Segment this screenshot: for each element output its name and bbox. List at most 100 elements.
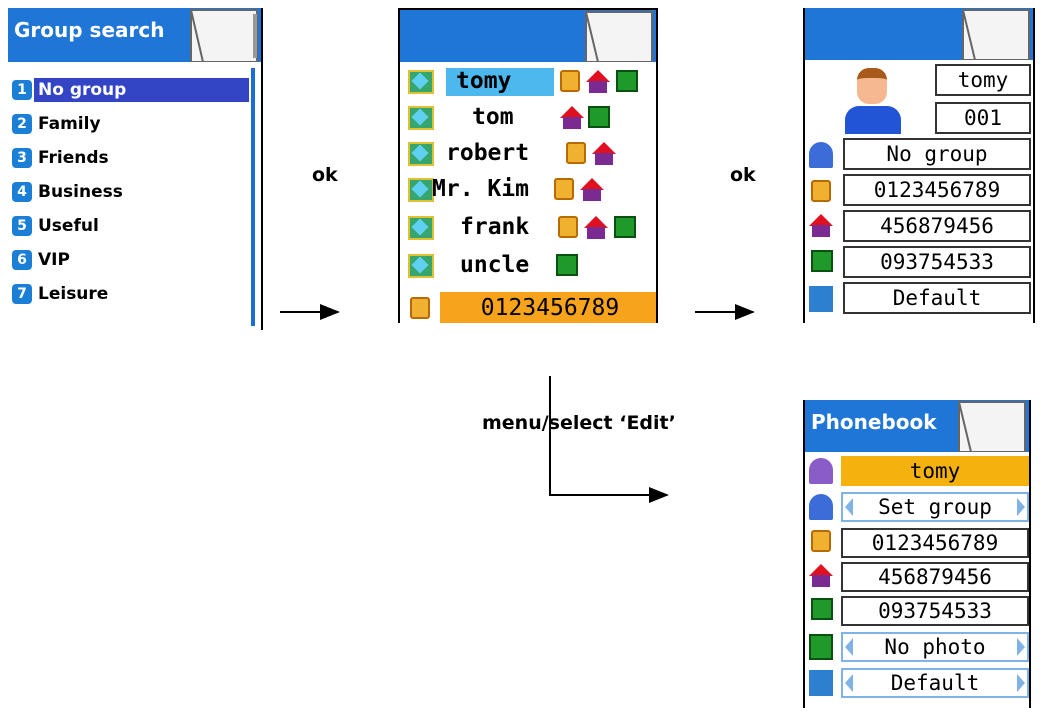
group-label: No group: [34, 78, 249, 102]
mobile-icon: [811, 180, 831, 202]
scrollbar[interactable]: [251, 68, 255, 326]
home-input[interactable]: 456879456: [841, 562, 1029, 592]
title-bar: Group search: [8, 8, 261, 62]
home-icon: [809, 214, 833, 238]
number-badge-icon: 3: [12, 148, 32, 168]
notebook-icon: [962, 9, 1030, 60]
number-badge-icon: 1: [12, 80, 32, 100]
office-icon: [616, 70, 638, 92]
photo-icon: [809, 634, 833, 660]
contact-row[interactable]: robert: [406, 138, 656, 170]
group-item-friends[interactable]: 3 Friends: [12, 142, 257, 174]
home-icon: [592, 142, 616, 166]
number-badge-icon: 2: [12, 114, 32, 134]
group-item-family[interactable]: 2 Family: [12, 108, 257, 140]
mobile-field: 0123456789: [843, 174, 1031, 206]
notebook-icon: [190, 9, 258, 62]
title-bar: Phonebook: [805, 400, 1029, 452]
group-icon: [809, 494, 833, 520]
number-badge-icon: 6: [12, 250, 32, 270]
office-icon: [588, 106, 610, 128]
home-icon: [580, 178, 604, 202]
contact-name: Mr. Kim: [432, 176, 529, 202]
avatar-head: [857, 68, 887, 104]
mobile-input[interactable]: 0123456789: [841, 528, 1029, 558]
index-field: 001: [935, 102, 1031, 134]
contact-name: frank: [460, 214, 530, 240]
contact-row[interactable]: tom: [406, 102, 656, 134]
group-label: VIP: [38, 250, 70, 270]
group-label: Useful: [38, 216, 99, 236]
arrow-right-icon: [695, 304, 755, 320]
speaker-icon: [809, 286, 833, 312]
home-icon: [584, 216, 608, 240]
name-input[interactable]: tomy: [841, 456, 1029, 486]
group-selector[interactable]: Set group: [841, 492, 1029, 522]
speaker-icon: [809, 670, 833, 696]
group-label: Business: [38, 182, 123, 202]
contact-name: robert: [446, 140, 530, 166]
home-field: 456879456: [843, 210, 1031, 242]
mobile-icon: [560, 70, 580, 92]
contact-row[interactable]: Mr. Kim: [406, 174, 656, 206]
notebook-icon: [958, 401, 1026, 452]
screen-title: Group search: [14, 18, 165, 42]
arrow-right-icon: [549, 487, 669, 503]
name-field: tomy: [935, 64, 1031, 96]
mobile-icon: [554, 178, 574, 200]
avatar: [839, 66, 909, 136]
selected-number: 0123456789: [440, 292, 656, 323]
ringtone-selector[interactable]: Default: [841, 668, 1029, 698]
number-badge-icon: 5: [12, 216, 32, 236]
connector-line: [549, 376, 551, 494]
ok-label: ok: [730, 164, 756, 186]
office-input[interactable]: 093754533: [841, 596, 1029, 626]
contact-list-screen: tomy tom robert Mr. Kim frank uncle 0123…: [398, 8, 658, 323]
contact-card-icon: [408, 142, 434, 166]
home-icon: [809, 564, 833, 588]
phonebook-edit-screen: Phonebook tomy Set group 0123456789 4568…: [803, 400, 1031, 708]
group-item-business[interactable]: 4 Business: [12, 176, 257, 208]
group-field: No group: [843, 138, 1031, 170]
group-item-no-group[interactable]: 1 No group: [12, 74, 257, 106]
group-icon: [809, 142, 833, 168]
mobile-icon: [811, 530, 831, 552]
selected-number-row[interactable]: 0123456789: [406, 292, 656, 323]
person-icon: [809, 458, 833, 484]
office-icon: [811, 598, 833, 620]
photo-selector[interactable]: No photo: [841, 632, 1029, 662]
screen-title: Phonebook: [811, 410, 937, 434]
contact-row[interactable]: tomy: [406, 66, 656, 98]
ringtone-field: Default: [843, 282, 1031, 314]
group-item-useful[interactable]: 5 Useful: [12, 210, 257, 242]
contact-name: tomy: [446, 68, 554, 96]
contact-detail-screen: tomy 001 No group 0123456789 456879456 0…: [803, 8, 1035, 323]
edit-step-label: menu/select ‘Edit’: [482, 412, 676, 434]
group-label: Friends: [38, 148, 109, 168]
office-icon: [811, 250, 833, 272]
contact-card-icon: [408, 106, 434, 130]
contact-card-icon: [408, 254, 434, 278]
home-icon: [560, 106, 584, 130]
contact-row[interactable]: uncle: [406, 250, 656, 282]
group-item-vip[interactable]: 6 VIP: [12, 244, 257, 276]
number-badge-icon: 7: [12, 284, 32, 304]
number-badge-icon: 4: [12, 182, 32, 202]
office-field: 093754533: [843, 246, 1031, 278]
group-label: Leisure: [38, 284, 109, 304]
avatar-body: [845, 106, 901, 134]
title-bar: [805, 8, 1033, 60]
office-icon: [614, 216, 636, 238]
contact-card-icon: [408, 216, 434, 240]
office-icon: [556, 254, 578, 276]
contact-row[interactable]: frank: [406, 212, 656, 244]
notebook-icon: [585, 11, 653, 62]
contact-card-icon: [408, 70, 434, 94]
ok-label: ok: [312, 164, 338, 186]
group-item-leisure[interactable]: 7 Leisure: [12, 278, 257, 310]
group-label: Family: [38, 114, 101, 134]
contact-name: tom: [472, 104, 514, 130]
arrow-right-icon: [280, 304, 340, 320]
mobile-icon: [410, 297, 430, 319]
contact-name: uncle: [460, 252, 530, 278]
